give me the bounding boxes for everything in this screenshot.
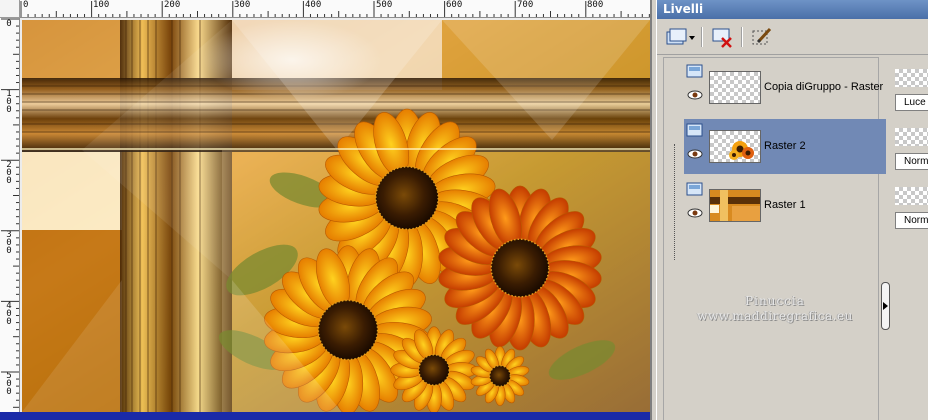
raster-layer-icon	[686, 64, 703, 78]
layer-properties-column: Luce Normale Normale	[893, 57, 928, 420]
ruler-ticks	[20, 1, 650, 17]
opacity-swatch[interactable]	[895, 69, 928, 87]
palette-collapse-handle[interactable]	[881, 282, 890, 330]
layer-row-copia-gruppo[interactable]: Copia diGruppo - Raster	[684, 60, 886, 115]
layer-row-raster-2[interactable]: Raster 2	[684, 119, 886, 174]
watermark-site: www.maddiregrafica.eu	[697, 309, 853, 323]
layer-name: Raster 2	[764, 140, 806, 152]
blend-mode-select[interactable]: Luce	[895, 94, 928, 111]
layer-name: Copia diGruppo - Raster	[764, 81, 884, 93]
layer-properties-raster-1: Normale	[893, 179, 928, 229]
layer-thumbnail	[709, 71, 761, 104]
blend-mode-select[interactable]: Normale	[895, 153, 928, 170]
delete-layer-button[interactable]	[709, 25, 735, 49]
opacity-swatch[interactable]	[895, 128, 928, 146]
background-thumbnail-icon	[710, 190, 760, 221]
delete-layer-icon	[712, 28, 732, 48]
layer-thumbnail	[709, 189, 761, 222]
horizontal-ruler: 0 100 200 300 400 500 600 700 800	[20, 0, 652, 18]
watermark: Pinuccia www.maddiregrafica.eu	[664, 294, 886, 323]
raster-layer-icon	[686, 182, 703, 196]
vertical-ruler: 0 100 200 300 400 500	[0, 18, 20, 420]
ruler-ticks	[1, 18, 19, 415]
layer-properties-copia-gruppo: Luce	[893, 61, 928, 111]
layer-thumbnail	[709, 130, 761, 163]
layer-name: Raster 1	[764, 199, 806, 211]
layers-toolbar	[657, 20, 928, 55]
layer-list: Copia diGruppo - Raster Raster 2 Raster …	[663, 57, 886, 420]
window-border	[650, 0, 652, 420]
eye-icon[interactable]	[687, 208, 703, 218]
image-canvas[interactable]	[22, 20, 650, 412]
new-layer-dropdown-icon	[666, 28, 695, 45]
new-layer-dropdown-button[interactable]	[663, 25, 697, 49]
opacity-swatch[interactable]	[895, 187, 928, 205]
ruler-corner	[0, 0, 20, 18]
status-strip	[0, 412, 652, 420]
eye-icon[interactable]	[687, 90, 703, 100]
layers-palette: Livelli Copia diGruppo - Raster Raster 2…	[656, 0, 928, 420]
blend-mode-select[interactable]: Normale	[895, 212, 928, 229]
palette-title[interactable]: Livelli	[657, 0, 928, 19]
watermark-author: Pinuccia	[745, 294, 805, 308]
layer-row-raster-1[interactable]: Raster 1	[684, 178, 886, 233]
canvas-window: 0 100 200 300 400 500 600 700 800 0 100 …	[0, 0, 652, 420]
sunflower-thumbnail-icon	[729, 141, 754, 160]
edit-brush-button[interactable]	[749, 25, 775, 49]
edit-brush-icon	[752, 27, 772, 45]
eye-icon[interactable]	[687, 149, 703, 159]
group-connector	[674, 144, 681, 260]
layer-properties-raster-2: Normale	[893, 120, 928, 170]
toolbar-separator	[701, 27, 703, 47]
raster-layer-icon	[686, 123, 703, 137]
chevron-right-icon	[883, 302, 888, 310]
toolbar-separator	[741, 27, 743, 47]
